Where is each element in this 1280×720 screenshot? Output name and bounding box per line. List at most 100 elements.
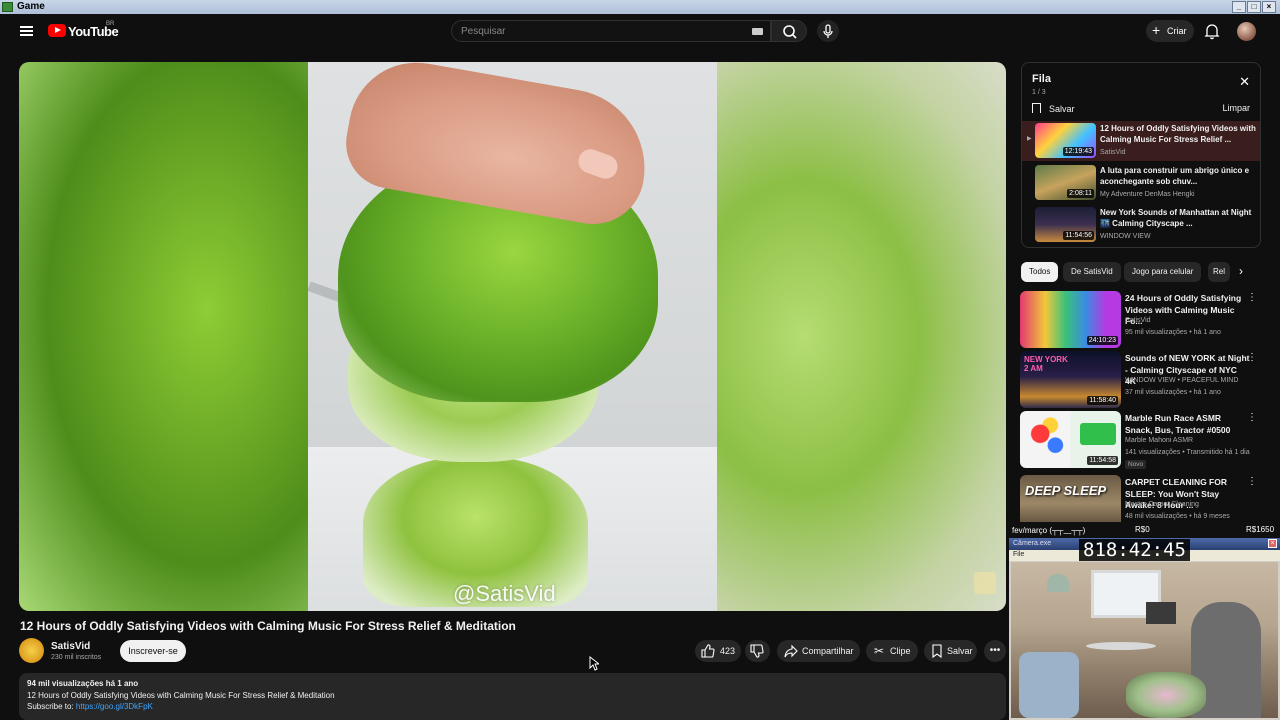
recommendation-item[interactable]: 11:54:58 Marble Run Race ASMR Snack, Bus… xyxy=(1020,411,1265,469)
more-vertical-icon[interactable]: ⋮ xyxy=(1247,293,1257,303)
recommendation-channel: WINDOW VIEW • PEACEFUL MIND xyxy=(1125,377,1239,384)
new-badge: Novo xyxy=(1125,460,1147,469)
subscriber-count: 230 mil inscritos xyxy=(51,654,102,661)
chip-all[interactable]: Todos xyxy=(1021,262,1059,282)
thumbnail-text: DEEP SLEEP xyxy=(1025,483,1107,498)
queue-clear-button[interactable]: Limpar xyxy=(1222,103,1250,113)
country-code: BR xyxy=(106,21,115,27)
camera-menu-file[interactable]: File xyxy=(1013,551,1024,558)
chip-related[interactable]: Rel xyxy=(1208,262,1230,282)
queue-save-label: Salvar xyxy=(1049,104,1075,114)
description-link[interactable]: https://goo.gl/3DkFpK xyxy=(76,702,153,711)
keyboard-icon[interactable] xyxy=(752,28,763,35)
video-thumbnail: 11:54:58 xyxy=(1020,411,1121,468)
description-line: 12 Hours of Oddly Satisfying Videos with… xyxy=(27,691,335,700)
video-thumbnail: DEEP SLEEP xyxy=(1020,475,1121,522)
channel-avatar[interactable] xyxy=(19,638,44,663)
search-placeholder: Pesquisar xyxy=(461,26,506,37)
video-player[interactable]: @SatisVid xyxy=(19,62,1006,611)
search-button[interactable] xyxy=(771,20,807,42)
recommendation-channel: SatisVid xyxy=(1125,317,1151,324)
more-vertical-icon[interactable]: ⋮ xyxy=(1247,413,1257,423)
dislike-button[interactable] xyxy=(745,640,770,662)
duration: 11:58:40 xyxy=(1087,396,1118,405)
queue-title: Fila xyxy=(1032,73,1051,85)
queue-item[interactable]: 11:54:56 New York Sounds of Manhattan at… xyxy=(1022,205,1260,245)
recommendation-item[interactable]: 24:10:23 24 Hours of Oddly Satisfying Vi… xyxy=(1020,291,1265,349)
queue-thumbnail: 12:19:43 xyxy=(1035,123,1096,158)
plus-icon: + xyxy=(1152,22,1161,38)
more-actions-button[interactable]: ••• xyxy=(984,640,1006,662)
clip-button[interactable]: ✂ Clipe xyxy=(866,640,918,662)
create-label: Criar xyxy=(1167,26,1187,36)
duration: 24:10:23 xyxy=(1086,336,1118,345)
more-vertical-icon[interactable]: ⋮ xyxy=(1247,353,1257,363)
bookmark-icon xyxy=(1032,103,1041,113)
overlay-goal: R$1650 xyxy=(1246,525,1275,534)
webcam-feed xyxy=(1011,562,1278,718)
create-button[interactable]: + Criar xyxy=(1146,20,1194,42)
queue-thumbnail: 11:54:56 xyxy=(1035,207,1096,242)
more-vertical-icon[interactable]: ⋮ xyxy=(1247,477,1257,487)
video-blur-left xyxy=(19,62,308,611)
maximize-button[interactable]: □ xyxy=(1247,1,1261,13)
overlay-label: fev/março (┬┬﹏┬┬) xyxy=(1012,526,1086,535)
queue-item[interactable]: 2:08:11 A luta para construir um abrigo … xyxy=(1022,163,1260,203)
video-description[interactable]: 94 mil visualizações há 1 ano 12 Hours o… xyxy=(19,673,1006,720)
overlay-amount: R$0 xyxy=(1135,525,1150,534)
description-line: Subscribe to: https://goo.gl/3DkFpK xyxy=(27,702,153,711)
close-icon[interactable]: × xyxy=(1268,539,1277,548)
share-button[interactable]: Compartilhar xyxy=(777,640,860,662)
avatar[interactable] xyxy=(1237,22,1256,41)
stream-overlay: fev/março (┬┬﹏┬┬) R$0 R$1650 Câmera.exe … xyxy=(1009,522,1280,720)
save-label: Salvar xyxy=(947,646,973,656)
queue-item[interactable]: ▶ 12:19:43 12 Hours of Oddly Satisfying … xyxy=(1022,121,1260,161)
youtube-logo-icon[interactable] xyxy=(48,24,66,37)
duration: 12:19:43 xyxy=(1062,147,1094,156)
voice-search-button[interactable] xyxy=(817,20,839,42)
subscribe-button[interactable]: Inscrever-se xyxy=(120,640,186,662)
stream-timer: 818:42:45 xyxy=(1079,539,1190,561)
queue-item-title: 12 Hours of Oddly Satisfying Videos with… xyxy=(1100,124,1256,144)
menu-icon[interactable] xyxy=(20,26,33,36)
queue-item-title: A luta para construir um abrigo único e … xyxy=(1100,166,1250,186)
thumbnail-text: NEW YORK 2 AM xyxy=(1024,355,1068,373)
scissors-icon: ✂ xyxy=(873,644,885,658)
minimize-button[interactable]: _ xyxy=(1232,1,1246,13)
window-title: Game xyxy=(17,1,45,12)
search-input[interactable]: Pesquisar xyxy=(451,20,771,42)
recommendation-item[interactable]: NEW YORK 2 AM 11:58:40 Sounds of NEW YOR… xyxy=(1020,351,1265,409)
video-title: 12 Hours of Oddly Satisfying Videos with… xyxy=(20,619,516,633)
youtube-header: YouTube BR Pesquisar + Criar xyxy=(0,14,1280,50)
overlay-header: fev/março (┬┬﹏┬┬) R$0 R$1650 xyxy=(1009,522,1280,538)
like-button[interactable]: 423 xyxy=(695,640,741,662)
subscribe-text: Subscribe to: xyxy=(27,702,76,711)
queue-item-title: New York Sounds of Manhattan at Night 🌃 … xyxy=(1100,208,1252,228)
recommendation-channel: Marble Mahoni ASMR xyxy=(1125,437,1194,444)
chip-mobile-game[interactable]: Jogo para celular xyxy=(1124,262,1202,282)
bookmark-icon xyxy=(930,644,944,659)
close-icon[interactable]: ✕ xyxy=(1239,75,1250,88)
like-count: 423 xyxy=(720,646,736,656)
chevron-right-icon[interactable]: › xyxy=(1239,264,1243,278)
thumbs-up-icon xyxy=(701,644,715,658)
chip-from-channel[interactable]: De SatisVid xyxy=(1063,262,1121,282)
queue-save-button[interactable]: Salvar xyxy=(1032,103,1075,114)
room-table xyxy=(1086,642,1156,650)
mouse-cursor-icon xyxy=(589,656,599,671)
queue-panel: Fila 1 / 3 ✕ Salvar Limpar ▶ 12:19:43 12… xyxy=(1021,62,1261,248)
save-button[interactable]: Salvar xyxy=(924,640,977,662)
close-window-button[interactable]: × xyxy=(1262,1,1276,13)
share-label: Compartilhar xyxy=(802,646,854,656)
channel-name[interactable]: SatisVid xyxy=(51,641,90,652)
app-icon xyxy=(2,2,13,12)
channel-watermark-icon[interactable] xyxy=(974,572,996,594)
microphone-icon xyxy=(823,24,833,38)
playing-indicator-icon: ▶ xyxy=(1027,136,1032,142)
camera-window-title: Câmera.exe xyxy=(1013,540,1052,547)
recommendation-item[interactable]: DEEP SLEEP CARPET CLEANING FOR SLEEP: Yo… xyxy=(1020,475,1265,522)
search-icon xyxy=(783,25,797,39)
queue-count: 1 / 3 xyxy=(1032,89,1046,96)
recommendation-meta: 48 mil visualizações • há 9 meses xyxy=(1125,513,1230,520)
notifications-button[interactable] xyxy=(1204,22,1220,40)
